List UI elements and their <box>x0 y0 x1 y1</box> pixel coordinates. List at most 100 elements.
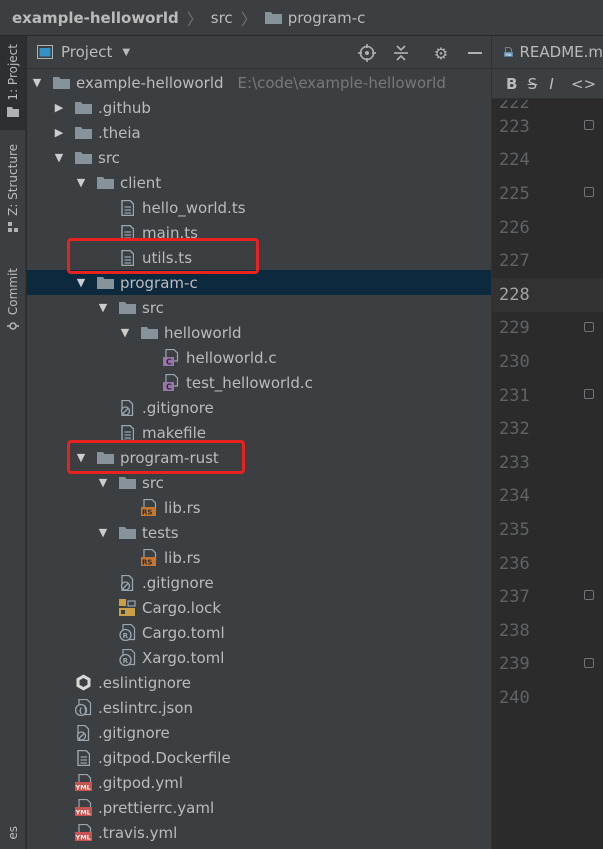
collapse-arrow-icon[interactable]: ▶ <box>53 101 65 114</box>
yml-file-icon: YML <box>75 824 92 841</box>
tree-item-label: program-c <box>120 273 198 292</box>
editor-tab-label: README.m <box>519 43 603 61</box>
tree-item-src[interactable]: ▼ src <box>27 145 479 170</box>
tree-item-label: Cargo.toml <box>142 623 225 642</box>
line-number: 232 <box>499 419 530 440</box>
locate-icon[interactable] <box>358 44 376 62</box>
svg-text:C: C <box>166 358 172 367</box>
tab-commit-label: Commit <box>6 268 20 316</box>
editor-tab-readme[interactable]: MD README.m <box>492 36 603 69</box>
markdown-toolbar: B S I <> <box>492 69 603 99</box>
tree-item-gitignore[interactable]: .gitignore <box>27 720 479 745</box>
tree-item-label: lib.rs <box>164 548 201 567</box>
settings-gear-icon[interactable]: ⚙ <box>432 44 450 63</box>
project-tab-icon <box>7 106 19 117</box>
bold-button[interactable]: B <box>506 75 520 93</box>
folder-icon <box>53 74 70 91</box>
fold-marker-icon[interactable] <box>584 187 594 198</box>
tree-item-example-helloworld[interactable]: ▼ example-helloworld E:\code\example-hel… <box>27 70 479 95</box>
folder-icon <box>75 99 92 116</box>
tree-item-eslintignore[interactable]: .eslintignore <box>27 670 479 695</box>
editor-pane: MD README.m B S I <> 222 223 224 225 226… <box>491 36 603 849</box>
tree-item-src-lib-rs[interactable]: RS lib.rs <box>27 495 479 520</box>
svg-text:{}: {} <box>78 707 88 715</box>
tree-item-helloworld-c[interactable]: C helloworld.c <box>27 345 479 370</box>
tree-item-travis-yml[interactable]: YML .travis.yml <box>27 820 479 845</box>
line-number-gutter: 222 223 224 225 226 227 228 229 230 231 … <box>492 100 603 715</box>
strikethrough-button[interactable]: S <box>528 75 542 93</box>
yml-file-icon: YML <box>75 774 92 791</box>
dropdown-icon[interactable]: ▼ <box>122 47 130 58</box>
tree-item-label: client <box>120 173 162 192</box>
breadcrumb-item-src[interactable]: src <box>211 9 233 27</box>
tree-item-hello-world-ts[interactable]: hello_world.ts <box>27 195 479 220</box>
expand-arrow-icon[interactable]: ▼ <box>31 76 43 89</box>
fold-marker-icon[interactable] <box>584 590 594 601</box>
toml-file-icon: R <box>119 649 136 666</box>
expand-arrow-icon[interactable]: ▼ <box>53 151 65 164</box>
tree-item-theia[interactable]: ▶ .theia <box>27 120 479 145</box>
tree-item-eslintrc-json[interactable]: {} .eslintrc.json <box>27 695 479 720</box>
gitignore-file-icon <box>75 724 92 741</box>
json-file-icon: {} <box>75 699 92 716</box>
tree-item-helloworld-folder[interactable]: ▼ helloworld <box>27 320 479 345</box>
breadcrumb-item-program-c[interactable]: program-c <box>288 9 366 27</box>
code-button[interactable]: <> <box>571 75 596 93</box>
tree-item-gitignore[interactable]: .gitignore <box>27 395 479 420</box>
tree-item-label: makefile <box>142 423 207 442</box>
yml-file-icon: YML <box>75 799 92 816</box>
structure-tab-icon <box>8 221 18 232</box>
tree-item-client[interactable]: ▼ client <box>27 170 479 195</box>
breadcrumb: example-helloworld 〉 src 〉 program-c <box>0 0 603 36</box>
fold-marker-icon[interactable] <box>584 657 594 668</box>
fold-marker-icon[interactable] <box>584 321 594 332</box>
tree-item-prettierrc-yaml[interactable]: YML .prettierrc.yaml <box>27 795 479 820</box>
line-number: 238 <box>499 620 530 641</box>
tree-item-gitignore[interactable]: .gitignore <box>27 570 479 595</box>
tab-project[interactable]: 1: Project <box>0 36 26 130</box>
tree-item-gitpod-dockerfile[interactable]: .gitpod.Dockerfile <box>27 745 479 770</box>
svg-text:R: R <box>123 657 129 665</box>
italic-button[interactable]: I <box>549 75 563 93</box>
expand-arrow-icon[interactable]: ▼ <box>97 301 109 314</box>
tree-item-test-helloworld-c[interactable]: C test_helloworld.c <box>27 370 479 395</box>
tab-partial-label: es <box>6 826 20 840</box>
collapse-arrow-icon[interactable]: ▶ <box>53 126 65 139</box>
tree-item-github[interactable]: ▶ .github <box>27 95 479 120</box>
tab-commit[interactable]: Commit <box>0 268 26 348</box>
panel-title[interactable]: Project <box>61 43 112 61</box>
tree-item-label: .gitpod.Dockerfile <box>98 748 231 767</box>
expand-arrow-icon[interactable]: ▼ <box>97 526 109 539</box>
tree-item-tests[interactable]: ▼ tests <box>27 520 479 545</box>
tree-item-gitpod-yml[interactable]: YML .gitpod.yml <box>27 770 479 795</box>
collapse-all-icon[interactable] <box>392 44 410 62</box>
hide-panel-icon[interactable] <box>466 44 484 62</box>
tab-partial-bottom[interactable]: es <box>0 826 26 849</box>
line-number: 239 <box>492 648 603 682</box>
fold-marker-icon[interactable] <box>584 388 594 399</box>
folder-icon <box>264 12 282 24</box>
expand-arrow-icon[interactable]: ▼ <box>75 176 87 189</box>
tree-item-label: Cargo.lock <box>142 598 222 617</box>
tree-item-label: .github <box>98 98 151 117</box>
expand-arrow-icon[interactable]: ▼ <box>119 326 131 339</box>
breadcrumb-item-project[interactable]: example-helloworld <box>12 9 179 27</box>
tree-item-label: src <box>142 473 164 492</box>
folder-icon <box>119 299 136 316</box>
tree-item-tests-lib-rs[interactable]: RS lib.rs <box>27 545 479 570</box>
expand-arrow-icon[interactable]: ▼ <box>97 476 109 489</box>
folder-icon <box>75 124 92 141</box>
fold-marker-icon[interactable] <box>584 120 594 130</box>
tree-item-label: .theia <box>98 123 141 142</box>
tree-item-program-c-src[interactable]: ▼ src <box>27 295 479 320</box>
tree-item-cargo-lock[interactable]: Cargo.lock <box>27 595 479 620</box>
commit-tab-icon <box>7 322 19 330</box>
tree-item-label: hello_world.ts <box>142 198 246 217</box>
expand-arrow-icon[interactable]: ▼ <box>75 276 87 289</box>
project-view-icon <box>37 45 53 59</box>
tree-item-label: .prettierrc.yaml <box>98 798 215 817</box>
tree-item-cargo-toml[interactable]: R Cargo.toml <box>27 620 479 645</box>
tab-structure[interactable]: Z: Structure <box>0 144 26 254</box>
line-number: 230 <box>499 351 530 372</box>
tree-item-xargo-toml[interactable]: R Xargo.toml <box>27 645 479 670</box>
